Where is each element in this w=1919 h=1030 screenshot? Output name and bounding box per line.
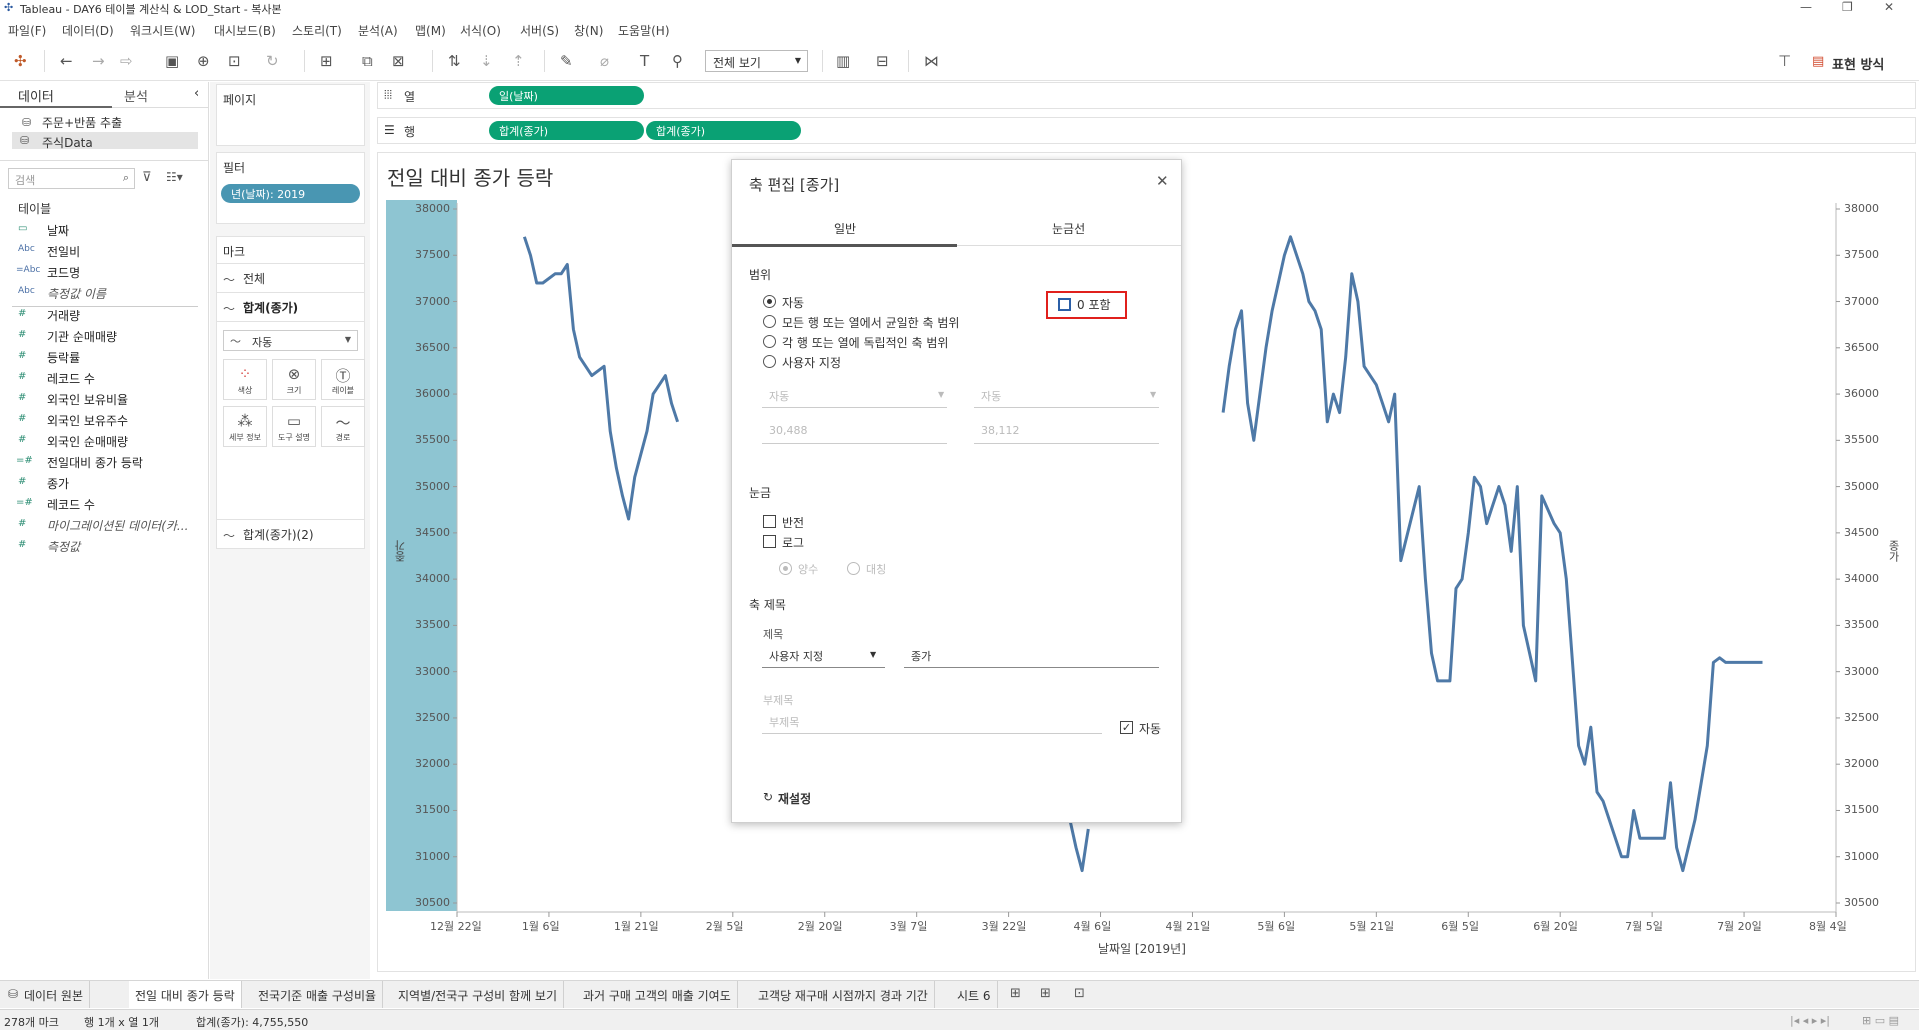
symmetric-radio[interactable] bbox=[847, 562, 860, 575]
series-line[interactable] bbox=[1068, 819, 1090, 873]
title-mode-select[interactable]: 사용자 지정 bbox=[769, 648, 823, 664]
fixed-end-select[interactable]: 자동 bbox=[981, 388, 1001, 404]
range-header: 범위 bbox=[749, 268, 772, 282]
tab-general[interactable]: 일반 bbox=[834, 220, 856, 237]
logarithmic-label: 로그 bbox=[782, 536, 805, 550]
logarithmic-checkbox[interactable] bbox=[763, 535, 776, 548]
chevron-down-icon: ▼ bbox=[1150, 390, 1157, 399]
subtitle-auto-label: 자동 bbox=[1139, 722, 1162, 736]
dialog-title: 축 편집 [종가] bbox=[749, 176, 840, 194]
range-start-field[interactable]: 30,488 bbox=[769, 424, 808, 437]
series-line[interactable] bbox=[522, 236, 680, 521]
edit-axis-dialog: 축 편집 [종가] ✕ 일반 눈금선 범위 자동 모든 행 또는 열에서 균일한… bbox=[731, 159, 1182, 823]
reset-button[interactable]: 재설정 bbox=[778, 790, 811, 807]
range-independent-radio[interactable] bbox=[763, 335, 776, 348]
chevron-down-icon: ▼ bbox=[870, 650, 877, 659]
range-independent-label: 각 행 또는 열에 독립적인 축 범위 bbox=[782, 336, 949, 350]
range-fixed-label: 사용자 지정 bbox=[782, 356, 842, 370]
reversed-label: 반전 bbox=[782, 516, 805, 530]
range-uniform-label: 모든 행 또는 열에서 균일한 축 범위 bbox=[782, 316, 960, 330]
series-line[interactable] bbox=[1221, 235, 1763, 873]
scale-header: 눈금 bbox=[749, 486, 772, 500]
range-auto-radio[interactable] bbox=[763, 295, 776, 308]
close-icon[interactable]: ✕ bbox=[1156, 172, 1169, 190]
title-label: 제목 bbox=[763, 628, 784, 641]
positive-radio[interactable] bbox=[779, 562, 792, 575]
range-auto-label: 자동 bbox=[782, 296, 805, 310]
positive-label: 양수 bbox=[798, 563, 819, 576]
tab-gridlines[interactable]: 눈금선 bbox=[1052, 220, 1085, 237]
reset-icon: ↻ bbox=[763, 790, 774, 804]
range-fixed-radio[interactable] bbox=[763, 355, 776, 368]
axis-title-header: 축 제목 bbox=[749, 598, 786, 612]
range-uniform-radio[interactable] bbox=[763, 315, 776, 328]
subtitle-label: 부제목 bbox=[763, 694, 794, 707]
symmetric-label: 대칭 bbox=[866, 563, 887, 576]
include-zero-label: 0 포함 bbox=[1077, 298, 1111, 312]
fixed-start-select[interactable]: 자동 bbox=[769, 388, 789, 404]
chevron-down-icon: ▼ bbox=[938, 390, 945, 399]
subtitle-input[interactable]: 부제목 bbox=[769, 714, 799, 730]
subtitle-auto-checkbox[interactable]: ✓ bbox=[1120, 721, 1133, 734]
axis-title-input[interactable]: 종가 bbox=[911, 648, 931, 664]
range-end-field[interactable]: 38,112 bbox=[981, 424, 1020, 437]
include-zero-checkbox[interactable] bbox=[1058, 298, 1071, 311]
reversed-checkbox[interactable] bbox=[763, 515, 776, 528]
